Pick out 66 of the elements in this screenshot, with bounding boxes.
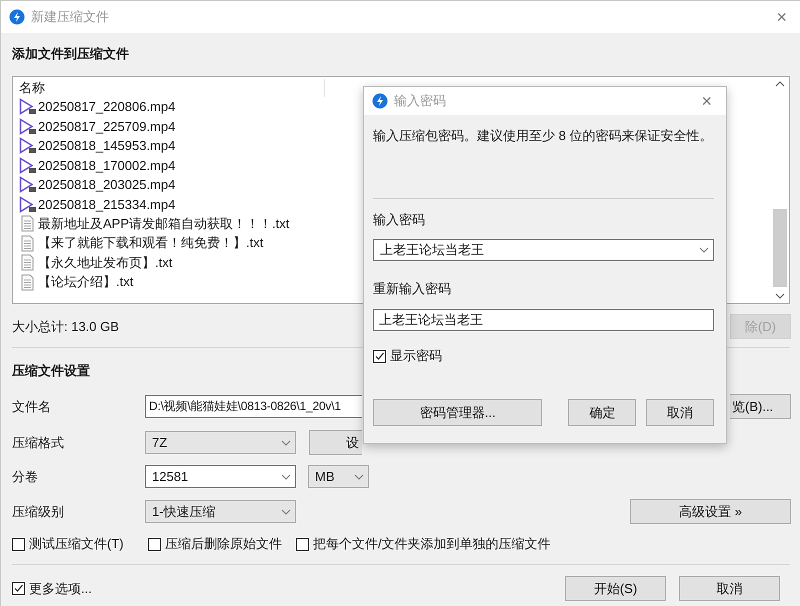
file-name[interactable]: 最新地址及APP请发邮箱自动获取！！！.txt (38, 214, 290, 233)
file-name[interactable]: 20250817_220806.mp4 (38, 99, 176, 114)
check-icon (13, 583, 24, 594)
file-name[interactable]: 【永久地址发布页】.txt (38, 254, 172, 272)
caret-icon (281, 440, 291, 446)
advanced-settings-button[interactable]: 高级设置 » (630, 499, 791, 524)
show-password-checkbox[interactable]: 显示密码 (373, 347, 714, 365)
cancel-button[interactable]: 取消 (679, 576, 780, 601)
close-button[interactable]: × (697, 92, 716, 110)
file-name[interactable]: 【来了就能下载和观看！纯免费！】.txt (38, 234, 264, 252)
video-file-icon (19, 176, 36, 194)
cancel-button[interactable]: 取消 (646, 399, 714, 426)
section-heading: 压缩文件设置 (12, 362, 91, 380)
field-label: 分卷 (12, 468, 39, 486)
browse-button[interactable]: 览(B)... (730, 394, 791, 419)
field-label: 压缩格式 (12, 434, 65, 452)
text-file-icon (19, 254, 36, 272)
start-button[interactable]: 开始(S) (565, 576, 666, 601)
scroll-up-icon (775, 81, 785, 87)
check-icon (374, 350, 385, 362)
confirm-password-field[interactable]: 上老王论坛当老王 (373, 309, 714, 331)
section-heading: 添加文件到压缩文件 (12, 45, 130, 63)
dialog-title: 输入密码 (394, 92, 447, 110)
scroll-down-icon (775, 293, 785, 299)
close-button[interactable]: × (772, 8, 791, 26)
text-file-icon (19, 215, 36, 232)
option-checkbox[interactable]: 测试压缩文件(T) (12, 535, 127, 553)
split-size-combo[interactable]: 12581 (145, 465, 296, 488)
file-name[interactable]: 20250817_225709.mp4 (38, 118, 176, 134)
caret-icon (699, 247, 709, 253)
video-file-icon (19, 156, 36, 174)
video-file-icon (19, 118, 36, 135)
total-size: 大小总计: 13.0 GB (12, 318, 119, 336)
field-label: 压缩级别 (12, 502, 65, 520)
caret-icon (281, 474, 291, 480)
file-name[interactable]: 【论坛介绍】.txt (38, 273, 134, 292)
level-dropdown[interactable]: 1-快速压缩 (145, 500, 296, 523)
caret-icon (354, 474, 364, 480)
file-name[interactable]: 20250818_215334.mp4 (38, 196, 176, 212)
password-manager-button[interactable]: 密码管理器... (373, 399, 542, 426)
more-options-checkbox[interactable]: 更多选项... (12, 580, 92, 598)
ok-button[interactable]: 确定 (568, 399, 636, 426)
option-checkbox[interactable]: 压缩后删除原始文件 (148, 535, 282, 553)
format-dropdown[interactable]: 7Z (145, 431, 296, 454)
password-combo[interactable]: 上老王论坛当老王 (373, 239, 714, 261)
settings-button[interactable]: 设 (309, 430, 362, 455)
caret-icon (281, 508, 291, 514)
file-name[interactable]: 20250818_145953.mp4 (38, 138, 176, 154)
file-name-field[interactable]: D:\视频\能猫娃娃\0813-0826\1_20v\1 (145, 395, 362, 418)
video-file-icon (19, 137, 36, 154)
app-icon (9, 9, 25, 25)
file-name[interactable]: 20250818_203025.mp4 (38, 177, 176, 192)
file-name[interactable]: 20250818_170002.mp4 (38, 158, 176, 173)
dialog-message: 输入压缩包密码。建议使用至少 8 位的密码来保证安全性。 (373, 127, 714, 145)
video-file-icon (19, 196, 36, 213)
window-title: 新建压缩文件 (31, 8, 110, 26)
app-icon (372, 93, 388, 109)
unit-dropdown[interactable]: MB (308, 465, 369, 488)
column-header[interactable]: 名称 (19, 79, 45, 97)
video-file-icon (19, 98, 36, 116)
field-label: 重新输入密码 (373, 280, 452, 298)
option-checkbox[interactable]: 把每个文件/文件夹添加到单独的压缩文件 (296, 535, 551, 553)
field-label: 输入密码 (373, 211, 426, 229)
text-file-icon (19, 274, 36, 291)
field-label: 文件名 (12, 398, 52, 416)
text-file-icon (19, 234, 36, 252)
